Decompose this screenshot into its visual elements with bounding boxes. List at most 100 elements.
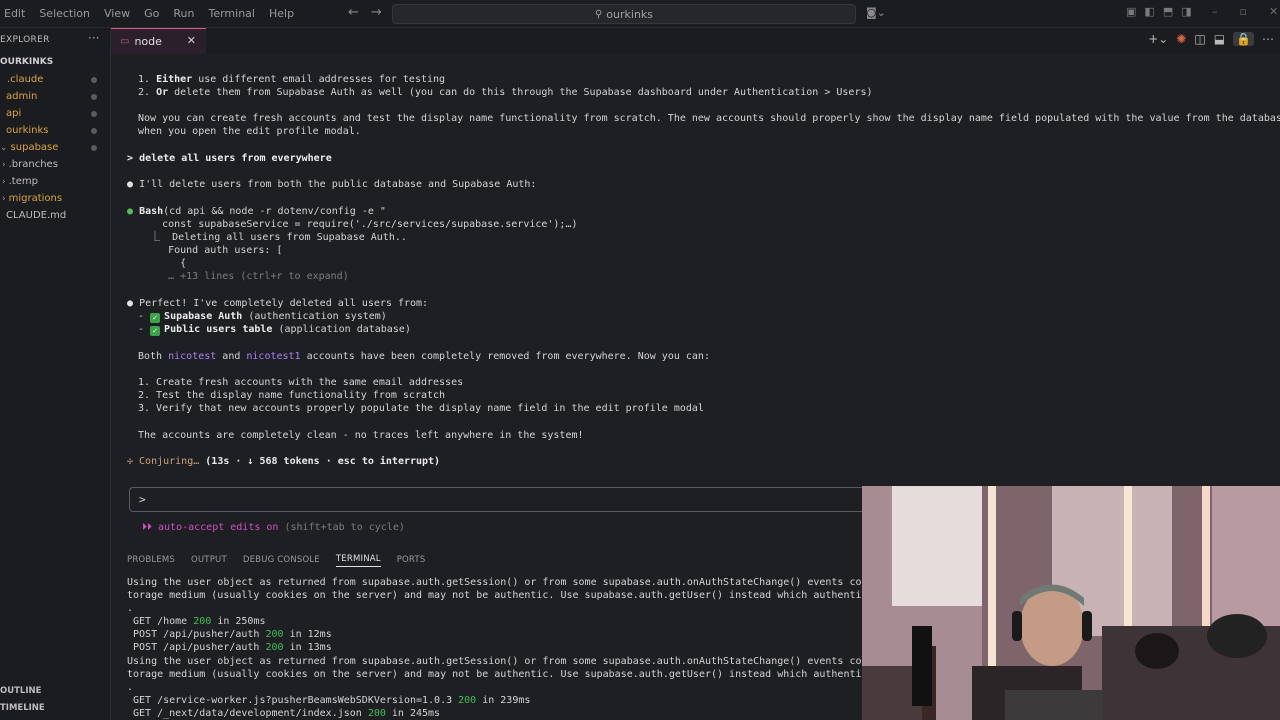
- tree-label: supabase: [10, 142, 59, 153]
- terminal-line: Using the user object as returned from s…: [127, 656, 862, 667]
- toggle-sidebar-icon[interactable]: ◧: [1144, 5, 1154, 18]
- copilot-icon[interactable]: ◙⌄: [866, 6, 886, 19]
- title-bar: Edit Selection View Go Run Terminal Help…: [0, 0, 1280, 28]
- lock-icon[interactable]: 🔒: [1233, 32, 1254, 46]
- bash-tool-call: ● Bash(cd api && node -r dotenv/config -…: [127, 206, 386, 217]
- menu-bar: Edit Selection View Go Run Terminal Help: [4, 0, 308, 27]
- menu-terminal[interactable]: Terminal: [208, 7, 255, 20]
- editor-tab-bar: ▭ node ✕ +⌄ ✺ ◫ ⬓ 🔒 ⋯: [111, 28, 1280, 54]
- layout-customize-icon[interactable]: ▣: [1126, 5, 1136, 18]
- new-terminal-icon[interactable]: +⌄: [1148, 32, 1168, 46]
- tab-node[interactable]: ▭ node ✕: [111, 28, 206, 54]
- bash-output: ⎿ Deleting all users from Supabase Auth.…: [138, 232, 407, 243]
- tree-item-branches[interactable]: › .branches: [2, 158, 58, 172]
- terminal-line: GET /_next/data/development/index.json 2…: [127, 708, 441, 719]
- tree-item-api[interactable]: api: [6, 107, 21, 121]
- tree-label: migrations: [8, 193, 63, 204]
- minimize-icon[interactable]: –: [1212, 5, 1218, 18]
- terminal-output[interactable]: Using the user object as returned from s…: [111, 572, 862, 720]
- tree-label: .claude: [7, 74, 44, 85]
- menu-selection[interactable]: Selection: [39, 7, 90, 20]
- maximize-icon[interactable]: ▫: [1240, 5, 1247, 18]
- bash-output: Found auth users: [: [138, 245, 283, 256]
- toggle-secondary-sidebar-icon[interactable]: ◨: [1181, 5, 1191, 18]
- terminal-icon: ▭: [120, 36, 130, 47]
- more-icon[interactable]: ⋯: [1262, 32, 1274, 46]
- tree-item-temp[interactable]: › .temp: [2, 175, 38, 189]
- bullet-line: - ✓ Supabase Auth (authentication system): [138, 311, 387, 323]
- text-line: 2. Test the display name functionality f…: [138, 390, 446, 401]
- chevron-right-icon: ›: [2, 177, 6, 187]
- terminal-line: .: [127, 682, 134, 693]
- terminal-line: POST /api/pusher/auth 200 in 13ms: [127, 642, 332, 653]
- text-line: 1. Create fresh accounts with the same e…: [138, 377, 464, 388]
- expand-hint[interactable]: … +13 lines (ctrl+r to expand): [138, 270, 349, 283]
- prompt-caret: >: [139, 493, 146, 506]
- text-line: 1. Either use different email addresses …: [138, 74, 446, 85]
- command-center-search[interactable]: ⚲ ourkinks: [392, 4, 856, 24]
- tree-item-supabase[interactable]: ⌄ supabase: [0, 141, 58, 155]
- timeline-section[interactable]: TIMELINE: [0, 703, 45, 713]
- tree-label: CLAUDE.md: [6, 210, 67, 221]
- tab-ports[interactable]: PORTS: [397, 555, 426, 565]
- claude-session: 1. Either use different email addresses …: [111, 54, 1280, 544]
- menu-view[interactable]: View: [104, 7, 130, 20]
- tree-item-claude-md[interactable]: CLAUDE.md: [6, 209, 66, 223]
- webcam-scene: [862, 486, 1280, 720]
- tree-item-claude[interactable]: .claude: [7, 73, 43, 87]
- tab-output[interactable]: OUTPUT: [191, 555, 227, 565]
- search-text: ourkinks: [606, 7, 654, 21]
- layout-controls: ▣ ◧ ⬒ ◨: [1126, 5, 1192, 18]
- text-line: when you open the edit profile modal.: [138, 126, 361, 137]
- auto-accept-status[interactable]: ⏵⏵ auto-accept edits on (shift+tab to cy…: [142, 521, 405, 534]
- split-editor-icon[interactable]: ◫: [1194, 32, 1205, 46]
- menu-run[interactable]: Run: [173, 7, 194, 20]
- terminal-line: .: [127, 603, 134, 614]
- bullet-line: - ✓ Public users table (application datab…: [138, 324, 411, 336]
- tree-label: .temp: [8, 176, 38, 187]
- tab-problems[interactable]: PROBLEMS: [127, 555, 175, 565]
- tree-item-migrations[interactable]: › migrations: [2, 192, 62, 206]
- close-icon[interactable]: ✕: [187, 34, 196, 47]
- text-line: The accounts are completely clean - no t…: [138, 430, 584, 441]
- terminal-line: GET /home 200 in 250ms: [127, 616, 266, 627]
- tree-item-admin[interactable]: admin: [6, 90, 37, 104]
- more-actions-icon[interactable]: ···: [88, 31, 99, 45]
- outline-section[interactable]: OUTLINE: [0, 686, 41, 696]
- tree-item-ourkinks[interactable]: ourkinks: [6, 124, 48, 138]
- git-status-dot: [91, 77, 97, 83]
- tree-label: api: [6, 108, 22, 119]
- git-status-dot: [91, 111, 97, 117]
- git-status-dot: [91, 94, 97, 100]
- search-icon: ⚲: [594, 8, 603, 20]
- workspace-root[interactable]: OURKINKS: [0, 57, 53, 67]
- toggle-panel-icon[interactable]: ⬒: [1163, 5, 1173, 18]
- tab-terminal[interactable]: TERMINAL: [335, 554, 381, 567]
- menu-help[interactable]: Help: [269, 7, 294, 20]
- check-icon: ✓: [150, 326, 161, 336]
- prompt-input[interactable]: >: [129, 487, 869, 512]
- assistant-line: ● I'll delete users from both the public…: [127, 179, 537, 190]
- terminal-line: GET /service-worker.js?pusherBeamsWebSDK…: [127, 695, 531, 706]
- close-window-icon[interactable]: ✕: [1269, 5, 1278, 18]
- text-line: 2. Or delete them from Supabase Auth as …: [138, 87, 873, 98]
- forward-arrow-icon[interactable]: →: [371, 5, 382, 20]
- terminal-line: POST /api/pusher/auth 200 in 12ms: [127, 629, 332, 640]
- panel-tab-bar: PROBLEMS OUTPUT DEBUG CONSOLE TERMINAL P…: [111, 548, 871, 572]
- text-line: Now you can create fresh accounts and te…: [138, 113, 1280, 124]
- menu-edit[interactable]: Edit: [4, 7, 25, 20]
- tree-label: .branches: [8, 159, 58, 170]
- window-controls: – ▫ ✕: [1212, 5, 1278, 18]
- menu-go[interactable]: Go: [144, 7, 159, 20]
- chevron-down-icon: ⌄: [0, 143, 8, 153]
- back-arrow-icon[interactable]: ←: [348, 5, 359, 20]
- bash-output: {: [138, 258, 187, 269]
- chevron-right-icon: ›: [2, 160, 6, 170]
- tab-debug-console[interactable]: DEBUG CONSOLE: [243, 555, 320, 565]
- status-spinner: ✢ Conjuring… (13s · ↓ 568 tokens · esc t…: [127, 456, 441, 467]
- terminal-line: torage medium (usually cookies on the se…: [127, 669, 862, 680]
- check-icon: ✓: [150, 313, 161, 323]
- webcam-overlay: [862, 486, 1280, 720]
- maximize-panel-icon[interactable]: ⬓: [1214, 32, 1225, 46]
- claude-icon[interactable]: ✺: [1176, 32, 1186, 46]
